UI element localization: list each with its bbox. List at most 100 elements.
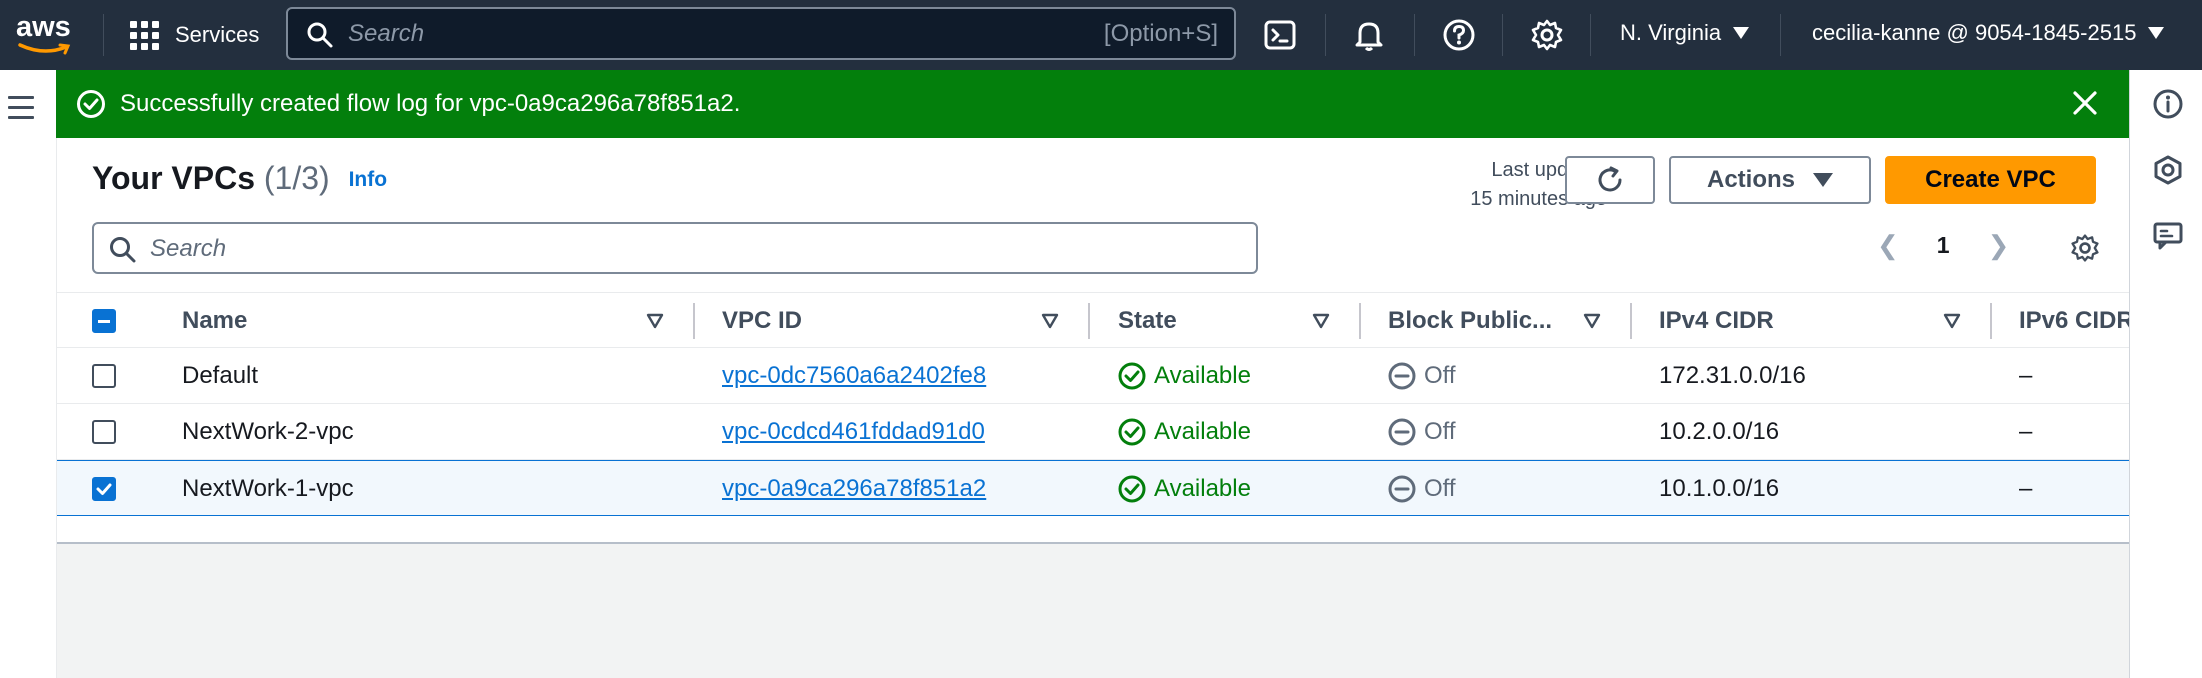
actions-dropdown-button[interactable]: Actions xyxy=(1669,156,1871,204)
column-header-vpc-id[interactable]: VPC ID xyxy=(722,307,802,335)
status-available-icon xyxy=(1118,475,1146,503)
vpc-name: Default xyxy=(182,362,259,389)
block-text: Off xyxy=(1424,418,1456,445)
vpc-id-link[interactable]: vpc-0dc7560a6a2402fe8 xyxy=(722,362,986,389)
block-public-access: Off xyxy=(1388,475,1456,503)
vpc-id-link[interactable]: vpc-0cdcd461fddad91d0 xyxy=(722,418,985,445)
search-icon xyxy=(110,237,136,263)
cloudwatch-icon[interactable] xyxy=(2152,154,2184,186)
vpc-search-placeholder: Search xyxy=(150,235,227,262)
close-icon[interactable] xyxy=(2069,87,2101,119)
vpc-name: NextWork-2-vpc xyxy=(182,418,354,445)
settings-gear-icon[interactable] xyxy=(1529,17,1565,53)
status-off-icon xyxy=(1388,418,1416,446)
title-text: Your VPCs xyxy=(92,160,255,196)
block-public-access: Off xyxy=(1388,418,1456,446)
nav-divider xyxy=(103,14,104,56)
chevron-left-icon[interactable]: ❮ xyxy=(1877,230,1899,261)
column-header-name[interactable]: Name xyxy=(182,307,247,335)
ipv6-cidr: – xyxy=(2019,475,2033,502)
refresh-icon xyxy=(1598,166,1622,192)
sort-icon[interactable] xyxy=(1582,311,1602,331)
account-menu[interactable]: cecilia-kanne @ 9054-1845-2515 xyxy=(1812,20,2165,46)
ipv6-cidr: – xyxy=(2019,362,2033,389)
info-icon[interactable] xyxy=(2152,88,2184,120)
account-label: cecilia-kanne @ 9054-1845-2515 xyxy=(1812,20,2137,45)
aws-logo[interactable]: aws xyxy=(16,12,78,58)
table-row[interactable]: Default vpc-0dc7560a6a2402fe8 Available … xyxy=(57,348,2130,404)
services-menu-button[interactable]: Services xyxy=(130,18,259,52)
sort-icon[interactable] xyxy=(1311,311,1331,331)
row-checkbox[interactable] xyxy=(92,420,116,444)
ipv4-cidr: 10.2.0.0/16 xyxy=(1659,418,1780,445)
block-text: Off xyxy=(1424,475,1456,502)
status-off-icon xyxy=(1388,475,1416,503)
services-grid-icon xyxy=(130,20,159,50)
hamburger-menu-icon[interactable] xyxy=(8,96,34,126)
checkmark-icon xyxy=(96,483,112,495)
state-text: Available xyxy=(1154,418,1251,445)
sort-icon[interactable] xyxy=(1942,311,1962,331)
column-header-state[interactable]: State xyxy=(1118,307,1177,335)
aws-logo-text: aws xyxy=(16,11,71,43)
ipv4-cidr: 10.1.0.0/16 xyxy=(1659,475,1780,502)
ipv6-cidr: – xyxy=(2019,418,2033,445)
row-checkbox[interactable] xyxy=(92,364,116,388)
sort-icon[interactable] xyxy=(645,311,665,331)
vpc-id-link[interactable]: vpc-0a9ca296a78f851a2 xyxy=(722,475,986,502)
caret-down-icon xyxy=(1813,173,1833,187)
column-header-ipv4-cidr[interactable]: IPv4 CIDR xyxy=(1659,307,1774,335)
column-header-block-public[interactable]: Block Public... xyxy=(1388,307,1552,335)
selection-count: (1/3) xyxy=(263,160,330,196)
global-search-input[interactable]: Search [Option+S] xyxy=(286,7,1236,60)
row-checkbox-checked[interactable] xyxy=(92,477,116,501)
help-icon[interactable] xyxy=(1441,17,1477,53)
select-all-checkbox[interactable] xyxy=(92,309,116,333)
column-header-ipv6-cidr[interactable]: IPv6 CIDR xyxy=(2019,307,2134,335)
top-navigation-bar: aws Services Search [Option+S] N. Virgin… xyxy=(0,0,2202,70)
vpc-state: Available xyxy=(1118,362,1251,390)
vpc-name: NextWork-1-vpc xyxy=(182,475,354,502)
vpc-state: Available xyxy=(1118,418,1251,446)
info-link[interactable]: Info xyxy=(349,168,387,191)
state-text: Available xyxy=(1154,475,1251,502)
status-available-icon xyxy=(1118,362,1146,390)
pagination: ❮ 1 ❯ xyxy=(1877,230,2009,261)
cloudshell-icon[interactable] xyxy=(1262,17,1298,53)
search-shortcut-hint: [Option+S] xyxy=(1103,19,1218,47)
feedback-icon[interactable] xyxy=(2152,220,2184,252)
services-label: Services xyxy=(175,22,260,47)
global-search-placeholder: Search xyxy=(348,19,425,47)
actions-label: Actions xyxy=(1706,166,1795,193)
table-row[interactable]: NextWork-2-vpc vpc-0cdcd461fddad91d0 Ava… xyxy=(57,404,2130,460)
current-page[interactable]: 1 xyxy=(1937,232,1950,259)
success-check-icon xyxy=(77,90,105,118)
table-preferences-gear-icon[interactable] xyxy=(2069,232,2101,264)
table-row-selected[interactable]: NextWork-1-vpc vpc-0a9ca296a78f851a2 Ava… xyxy=(57,460,2130,516)
aws-smile-icon xyxy=(18,43,71,55)
main-content: Your VPCs (1/3) Info Last updated 15 min… xyxy=(56,138,2134,678)
vpc-state: Available xyxy=(1118,475,1251,503)
create-vpc-label: Create VPC xyxy=(1925,166,2056,193)
chevron-right-icon[interactable]: ❯ xyxy=(1988,230,2010,261)
block-public-access: Off xyxy=(1388,362,1456,390)
left-rail xyxy=(0,70,56,678)
caret-down-icon xyxy=(1733,27,1750,39)
block-text: Off xyxy=(1424,362,1456,389)
sort-icon[interactable] xyxy=(1040,311,1060,331)
success-flash-banner: Successfully created flow log for vpc-0a… xyxy=(56,70,2129,138)
vpc-search-input[interactable]: Search xyxy=(92,222,1258,274)
bell-icon[interactable] xyxy=(1351,17,1387,53)
flash-message: Successfully created flow log for vpc-0a… xyxy=(120,90,741,117)
caret-down-icon xyxy=(2148,27,2165,39)
search-icon xyxy=(307,22,333,48)
region-selector[interactable]: N. Virginia xyxy=(1620,20,1750,46)
vpc-table-panel: Your VPCs (1/3) Info Last updated 15 min… xyxy=(57,138,2134,544)
region-label: N. Virginia xyxy=(1620,20,1722,45)
refresh-button[interactable] xyxy=(1565,156,1655,204)
state-text: Available xyxy=(1154,362,1251,389)
table-header: Name VPC ID State Block Public... IPv4 C… xyxy=(57,292,2134,348)
create-vpc-button[interactable]: Create VPC xyxy=(1885,156,2096,204)
page-title: Your VPCs (1/3) Info xyxy=(92,160,387,197)
ipv4-cidr: 172.31.0.0/16 xyxy=(1659,362,1806,389)
